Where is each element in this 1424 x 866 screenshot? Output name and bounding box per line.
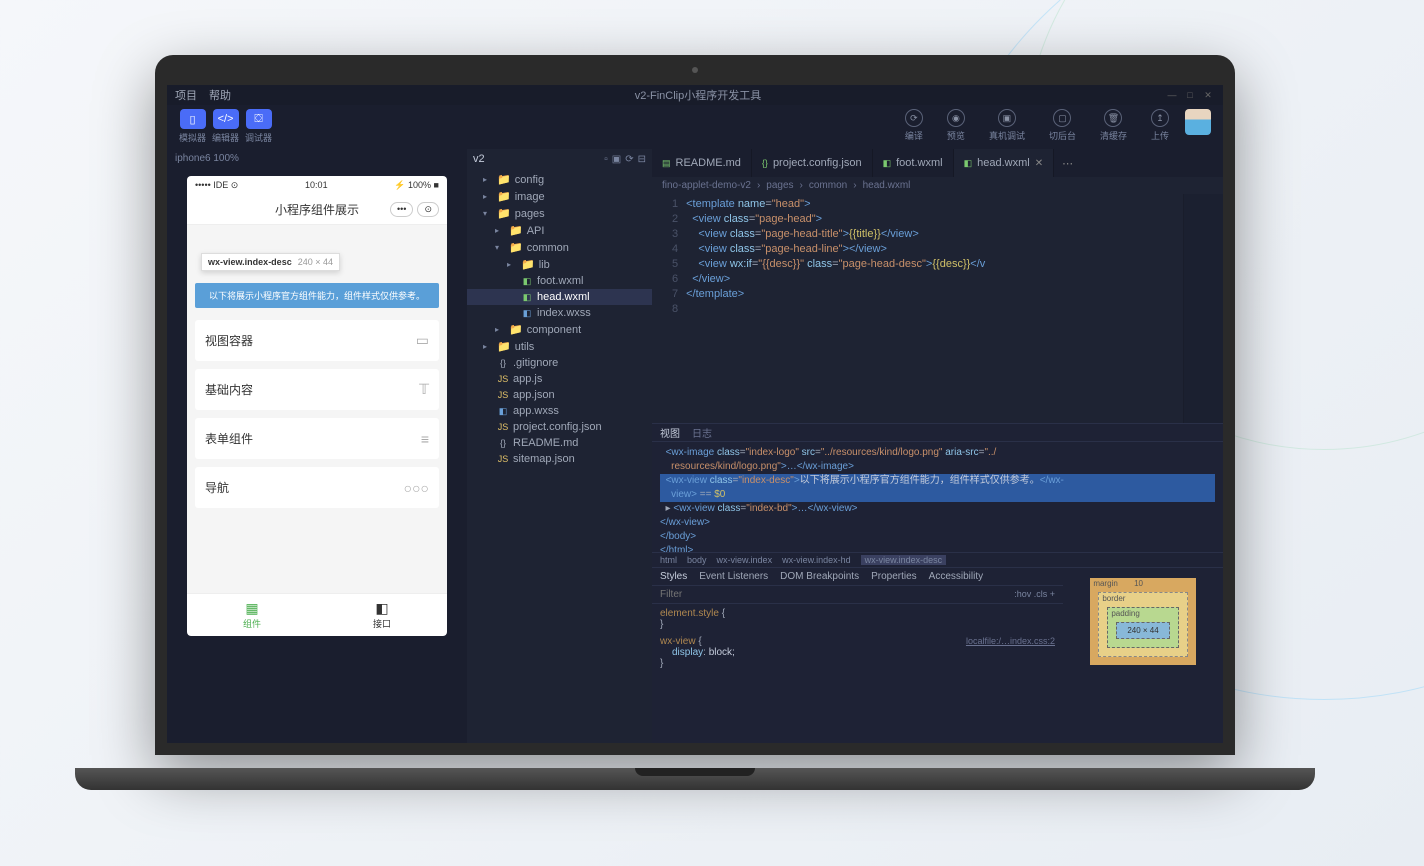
devtools-tab-log[interactable]: 日志 <box>692 425 712 440</box>
list-item[interactable]: 视图容器▭ <box>195 320 439 361</box>
laptop-frame: 项目 帮助 v2-FinClip小程序开发工具 — □ ✕ ▯ 模拟器 <box>155 55 1235 775</box>
folder-node[interactable]: ▸📁API <box>467 222 652 239</box>
dom-breadcrumb[interactable]: htmlbodywx-view.indexwx-view.index-hdwx-… <box>652 552 1223 567</box>
styles-subtab[interactable]: Accessibility <box>929 571 983 582</box>
file-node[interactable]: JSapp.json <box>467 387 652 403</box>
list-item[interactable]: 导航○○○ <box>195 467 439 508</box>
editor-tab[interactable]: {}project.config.json <box>752 149 873 177</box>
upload-button[interactable]: ↥ 上传 <box>1143 109 1177 142</box>
simulator-panel: iphone6 100% ••••• IDE ⊙ 10:01 ⚡ 100% ■ … <box>167 149 467 743</box>
code-editor[interactable]: 12345678 <template name="head"> <view cl… <box>652 194 1223 423</box>
switch-bg-button[interactable]: ▢ 切后台 <box>1041 109 1084 142</box>
tab-api[interactable]: ◧ 接口 <box>317 594 447 636</box>
api-icon: ◧ <box>323 600 441 617</box>
capsule-more[interactable]: ••• <box>390 202 413 217</box>
trash-icon: 🗑 <box>1104 109 1122 127</box>
styles-filter-input[interactable] <box>652 586 1006 603</box>
file-node[interactable]: JSsitemap.json <box>467 451 652 467</box>
clear-cache-button[interactable]: 🗑 清缓存 <box>1092 109 1135 142</box>
compile-icon: ⟳ <box>905 109 923 127</box>
toolbar: ▯ 模拟器 </> 编辑器 ⛋ 调试器 ⟳ 编译 <box>167 105 1223 149</box>
css-rules[interactable]: element.style {}</span><span class="rule… <box>652 604 1063 743</box>
editor-tab[interactable]: ◧head.wxml✕ <box>954 149 1054 177</box>
collapse-icon[interactable]: ⊟ <box>638 154 646 165</box>
debugger-toggle[interactable]: ⛋ 调试器 <box>245 109 272 144</box>
devtools-tab-view[interactable]: 视图 <box>660 425 680 440</box>
new-file-icon[interactable]: ▫ <box>604 154 608 165</box>
list-item[interactable]: 基础内容𝕋 <box>195 369 439 410</box>
status-time: 10:01 <box>305 180 328 191</box>
status-signal: ••••• IDE ⊙ <box>195 180 238 191</box>
folder-node[interactable]: ▸📁config <box>467 171 652 188</box>
new-folder-icon[interactable]: ▣ <box>612 154 621 165</box>
simulator-device-label[interactable]: iphone6 100% <box>167 149 467 168</box>
file-node[interactable]: {}.gitignore <box>467 355 652 371</box>
minimize-button[interactable]: — <box>1165 90 1179 100</box>
menu-project[interactable]: 项目 <box>175 87 197 103</box>
file-node[interactable]: ◧foot.wxml <box>467 273 652 289</box>
status-battery: ⚡ 100% ■ <box>394 180 439 191</box>
file-node[interactable]: ◧index.wxss <box>467 305 652 321</box>
device-icon: ▣ <box>998 109 1016 127</box>
menu-help[interactable]: 帮助 <box>209 87 231 103</box>
tab-component[interactable]: ▦ 组件 <box>187 594 317 636</box>
bug-icon: ⛋ <box>246 109 272 129</box>
titlebar: 项目 帮助 v2-FinClip小程序开发工具 — □ ✕ <box>167 85 1223 105</box>
list-item[interactable]: 表单组件≡ <box>195 418 439 459</box>
highlighted-element: 以下将展示小程序官方组件能力，组件样式仅供参考。 <box>195 283 439 308</box>
tab-overflow[interactable]: ⋯ <box>1054 149 1081 177</box>
folder-node[interactable]: ▸📁lib <box>467 256 652 273</box>
dom-tree[interactable]: <wx-image class="index-logo" src="../res… <box>652 442 1223 552</box>
box-model: 10 240 × 44 <box>1063 568 1223 743</box>
editor-toggle[interactable]: </> 编辑器 <box>212 109 239 144</box>
preview-button[interactable]: ◉ 预览 <box>939 109 973 142</box>
page-title: 小程序组件展示 <box>275 201 359 218</box>
editor-tab[interactable]: ◧foot.wxml <box>873 149 954 177</box>
file-node[interactable]: {}README.md <box>467 435 652 451</box>
home-icon: ▢ <box>1053 109 1071 127</box>
file-node[interactable]: ◧app.wxss <box>467 403 652 419</box>
file-node[interactable]: ◧head.wxml <box>467 289 652 305</box>
component-icon: ▦ <box>193 600 311 617</box>
refresh-icon[interactable]: ⟳ <box>625 154 633 165</box>
phone-preview[interactable]: ••••• IDE ⊙ 10:01 ⚡ 100% ■ 小程序组件展示 ••• ⊙ <box>187 176 447 636</box>
editor-tabs: ▤README.md{}project.config.json◧foot.wxm… <box>652 149 1223 177</box>
styles-subtab[interactable]: Event Listeners <box>699 571 768 582</box>
folder-node[interactable]: ▸📁image <box>467 188 652 205</box>
devtools-panel: 视图 日志 <wx-image class="index-logo" src="… <box>652 423 1223 743</box>
folder-node[interactable]: ▸📁component <box>467 321 652 338</box>
folder-node[interactable]: ▾📁common <box>467 239 652 256</box>
minimap[interactable] <box>1183 194 1223 423</box>
styles-subtab[interactable]: Properties <box>871 571 917 582</box>
maximize-button[interactable]: □ <box>1183 90 1197 100</box>
upload-icon: ↥ <box>1151 109 1169 127</box>
styles-subtab[interactable]: DOM Breakpoints <box>780 571 859 582</box>
remote-debug-button[interactable]: ▣ 真机调试 <box>981 109 1033 142</box>
close-button[interactable]: ✕ <box>1201 90 1215 100</box>
tree-root[interactable]: v2 <box>473 153 485 165</box>
file-explorer: v2 ▫ ▣ ⟳ ⊟ ▸📁config▸📁image▾📁pages▸📁API▾📁… <box>467 149 652 743</box>
user-avatar[interactable] <box>1185 109 1211 135</box>
capsule-close[interactable]: ⊙ <box>417 202 439 217</box>
styles-toggles[interactable]: :hov .cls + <box>1006 586 1063 603</box>
folder-node[interactable]: ▸📁utils <box>467 338 652 355</box>
camera-dot <box>692 67 698 73</box>
inspector-tooltip: wx-view.index-desc240 × 44 <box>201 253 340 271</box>
editor-panel: ▤README.md{}project.config.json◧foot.wxm… <box>652 149 1223 743</box>
styles-subtab[interactable]: Styles <box>660 571 687 582</box>
window-title: v2-FinClip小程序开发工具 <box>231 87 1165 103</box>
file-node[interactable]: JSproject.config.json <box>467 419 652 435</box>
ide-app: 项目 帮助 v2-FinClip小程序开发工具 — □ ✕ ▯ 模拟器 <box>167 85 1223 743</box>
code-icon: </> <box>213 109 239 129</box>
file-node[interactable]: JSapp.js <box>467 371 652 387</box>
simulator-toggle[interactable]: ▯ 模拟器 <box>179 109 206 144</box>
compile-button[interactable]: ⟳ 编译 <box>897 109 931 142</box>
folder-node[interactable]: ▾📁pages <box>467 205 652 222</box>
phone-icon: ▯ <box>180 109 206 129</box>
editor-tab[interactable]: ▤README.md <box>652 149 752 177</box>
eye-icon: ◉ <box>947 109 965 127</box>
breadcrumb[interactable]: fino-applet-demo-v2›pages›common›head.wx… <box>652 177 1223 194</box>
